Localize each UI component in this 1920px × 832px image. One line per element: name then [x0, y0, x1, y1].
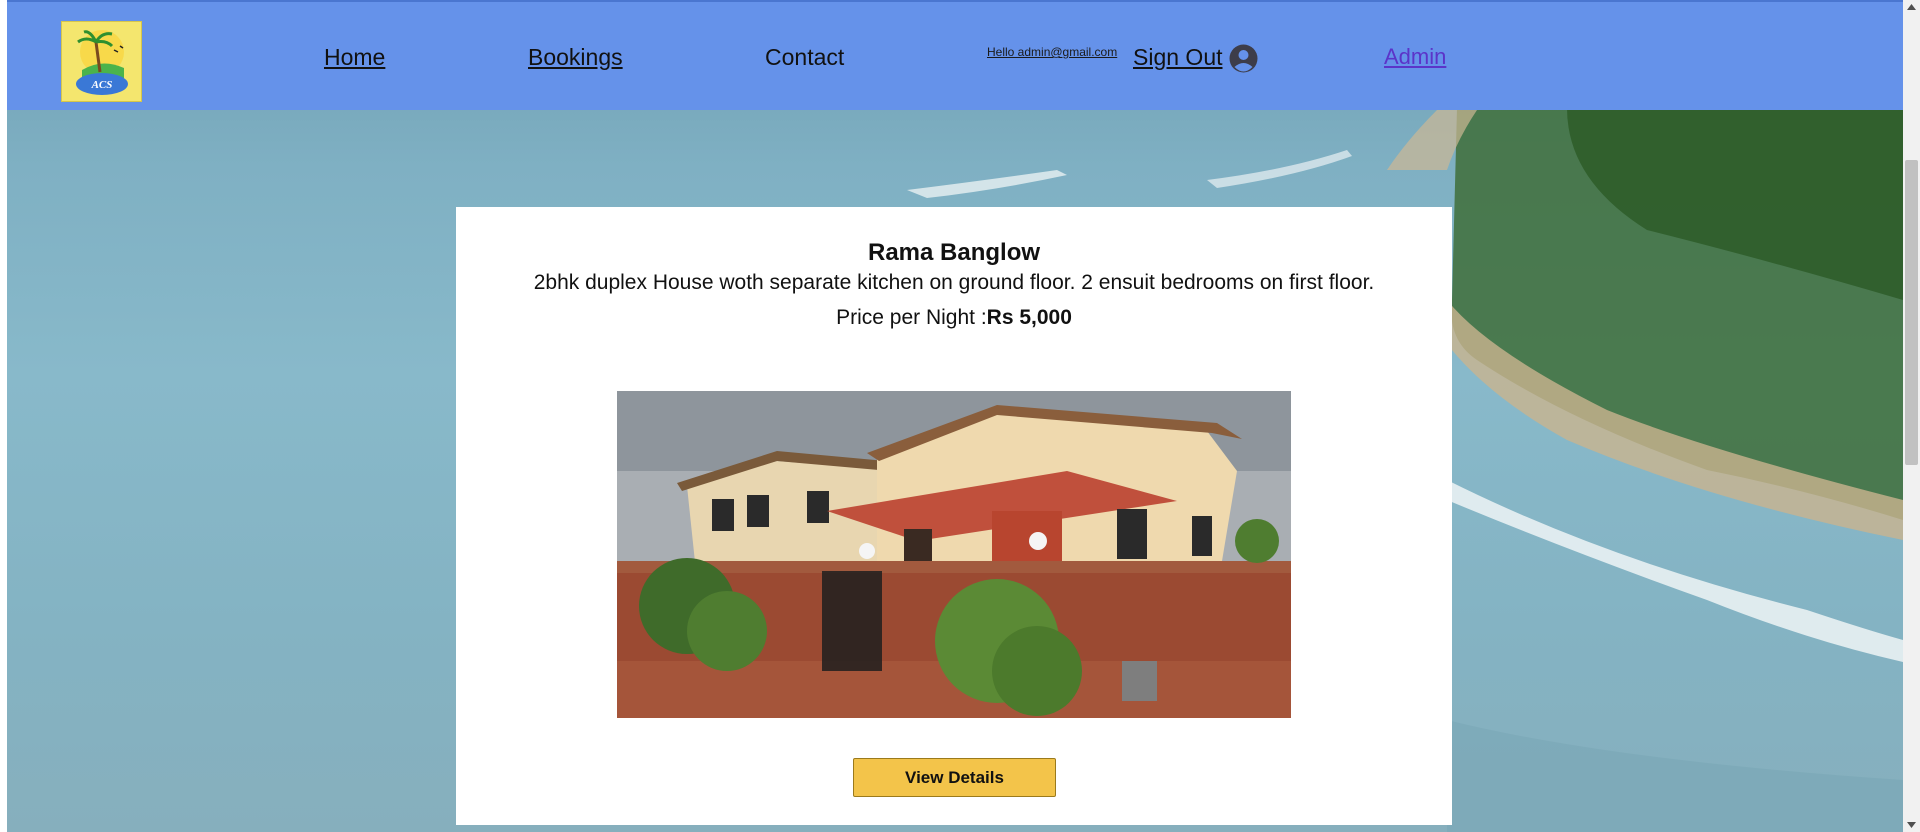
property-card: Rama Banglow 2bhk duplex House woth sepa…	[456, 207, 1452, 825]
price-label: Price per Night :	[836, 306, 987, 329]
logo-text: ACS	[91, 79, 113, 91]
price-value: Rs 5,000	[986, 306, 1072, 329]
scroll-down-arrow-icon[interactable]	[1907, 822, 1916, 828]
palm-tree-logo-icon[interactable]: ACS	[61, 21, 142, 102]
property-price: Price per Night :Rs 5,000	[456, 306, 1452, 330]
navbar: ACS Home Bookings Contact Hello admin@gm…	[7, 0, 1903, 110]
sign-out-link[interactable]: Sign Out	[1133, 44, 1223, 71]
view-details-button[interactable]: View Details	[853, 758, 1056, 797]
user-greeting: Hello admin@gmail.com	[987, 45, 1118, 59]
page-scrollbar[interactable]	[1903, 0, 1920, 832]
left-gutter	[0, 0, 7, 832]
nav-contact-link[interactable]: Contact	[765, 44, 844, 71]
nav-bookings-link[interactable]: Bookings	[528, 44, 623, 71]
property-title: Rama Banglow	[867, 239, 1041, 266]
nav-home-link[interactable]: Home	[324, 44, 385, 71]
property-photo	[617, 391, 1291, 718]
scrollbar-thumb[interactable]	[1905, 160, 1918, 465]
admin-link[interactable]: Admin	[1384, 44, 1446, 70]
scroll-up-arrow-icon[interactable]	[1907, 4, 1916, 10]
property-description: 2bhk duplex House woth separate kitchen …	[533, 271, 1375, 294]
user-circle-icon[interactable]	[1229, 44, 1258, 73]
